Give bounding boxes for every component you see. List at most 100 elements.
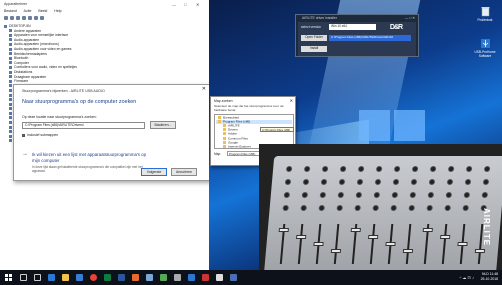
tree-item-label: Computer: [14, 60, 29, 65]
folder-label: Map:: [214, 152, 222, 156]
close-icon[interactable]: ✕: [290, 98, 293, 103]
device-category-icon: [9, 84, 12, 88]
excel-icon[interactable]: [104, 274, 111, 281]
app-icon[interactable]: [216, 274, 223, 281]
mixer-knob: [374, 179, 382, 185]
driver-path-input[interactable]: C:\Program Files (x86)\AIRLITE\Drivers\: [22, 122, 145, 129]
app-icon[interactable]: [146, 274, 153, 281]
screen: Apparatbeheer — □ ✕ Bestand Actie Beeld …: [0, 0, 502, 285]
browse-folder-title: Map zoeken: [214, 99, 233, 103]
app-icon[interactable]: [132, 274, 139, 281]
window-controls[interactable]: — □ ✕: [405, 16, 415, 21]
device-manager-window: Apparatbeheer — □ ✕ Bestand Actie Beeld …: [0, 0, 210, 270]
dialog-title: Stuurprogramma's bijwerken - AIRLITE USB…: [22, 89, 105, 93]
forward-icon[interactable]: [10, 16, 14, 20]
menu-item-action[interactable]: Actie: [24, 9, 32, 13]
app-icon[interactable]: [160, 274, 167, 281]
mixer-knob: [444, 205, 451, 211]
mixer-knob: [372, 205, 379, 211]
pick-from-list-description: In deze lijst staan geïnstalleerde stuur…: [32, 165, 143, 173]
properties-icon[interactable]: [16, 16, 20, 20]
checkbox-icon[interactable]: [22, 133, 25, 137]
device-category-icon: [9, 93, 12, 97]
language-indicator[interactable]: NLD: [482, 272, 489, 276]
mixer-knob: [337, 192, 345, 198]
next-button[interactable]: Volgende: [141, 168, 167, 176]
search-location-label: Op deze locatie naar stuurprogramma's zo…: [22, 115, 97, 119]
system-tray-clock[interactable]: NLD 11:48 25-10-2018: [481, 272, 498, 281]
driver-folder-path[interactable]: C:\Program Files (x86)\AIRLITE\Drivers\W…: [329, 35, 411, 41]
fader-cap: [385, 242, 396, 246]
scan-icon[interactable]: [28, 16, 32, 20]
chrome-icon[interactable]: [90, 274, 97, 281]
mixer-knob: [354, 205, 361, 211]
pick-from-list-title[interactable]: Ik wil kiezen uit een lijst met apparaat…: [32, 152, 152, 163]
desktop-icon-label: USB-ProHome Software: [474, 50, 496, 58]
mixer-knob: [426, 205, 433, 211]
desktop-icon-usb-software[interactable]: USB-ProHome Software: [473, 38, 497, 59]
word-icon[interactable]: [118, 274, 125, 281]
desktop-icon-recycle-bin[interactable]: Prullenbak: [473, 6, 497, 23]
help-icon[interactable]: [22, 16, 26, 20]
mixer-knob: [357, 166, 365, 172]
task-view-icon[interactable]: [34, 274, 41, 281]
menu-item-file[interactable]: Bestand: [4, 9, 17, 13]
device-category-icon: [9, 107, 12, 111]
brand-logo: D&R: [389, 24, 403, 31]
open-folder-button[interactable]: Open Folder: [301, 35, 327, 41]
device-category-icon: [9, 139, 12, 143]
close-icon[interactable]: ✕: [202, 86, 206, 92]
include-subfolders-checkbox[interactable]: Inclusief submappen: [22, 133, 58, 137]
search-icon[interactable]: [20, 274, 27, 281]
maximize-icon[interactable]: □: [184, 2, 186, 7]
menu-bar: Bestand Actie Beeld Help: [4, 9, 68, 14]
mixer-knob: [318, 205, 325, 211]
tray-icons[interactable]: ^ ☁ ⊡ ♪: [459, 275, 474, 280]
menu-item-view[interactable]: Beeld: [38, 9, 47, 13]
menu-item-help[interactable]: Help: [54, 9, 61, 13]
mixer-knob: [409, 192, 417, 198]
mixer-knob: [284, 179, 292, 185]
fader-cap: [278, 228, 289, 232]
edge-icon[interactable]: [48, 274, 55, 281]
fader-cap: [474, 249, 486, 253]
device-category-icon: [9, 121, 12, 125]
file-explorer-icon[interactable]: [62, 274, 69, 281]
device-category-icon: [9, 61, 12, 65]
update-driver-icon[interactable]: [34, 16, 38, 20]
mixer-knob: [301, 192, 309, 198]
device-category-icon: [9, 75, 12, 79]
folder-tree-label: AIRLITE: [228, 124, 240, 128]
browse-folder-description: Selecteer de map die het stuurprogramma …: [214, 104, 284, 112]
browse-button[interactable]: Bladeren...: [150, 121, 176, 129]
device-manager-taskbar-icon[interactable]: [188, 274, 195, 281]
cancel-button[interactable]: Annuleren: [171, 168, 197, 176]
driver-tool-taskbar-icon[interactable]: [230, 274, 237, 281]
path-tooltip: C:\Program Files (x86): [260, 127, 294, 132]
minimize-icon[interactable]: —: [172, 2, 176, 7]
mixer-knob: [302, 179, 310, 185]
app-icon[interactable]: [202, 274, 209, 281]
folder-icon: [223, 136, 226, 140]
folder-tree-label: Google: [228, 140, 238, 144]
version-select[interactable]: Win 10 x64: [329, 24, 376, 30]
mixer-knob: [303, 166, 311, 172]
mixer-knob: [391, 192, 399, 198]
uninstall-icon[interactable]: [40, 16, 44, 20]
folder-tree-label: Bureaublad: [223, 116, 239, 120]
app-icon[interactable]: [174, 274, 181, 281]
fader-cap: [457, 242, 468, 246]
mixer-knob: [481, 192, 489, 198]
store-icon[interactable]: [76, 274, 83, 281]
back-icon[interactable]: [4, 16, 8, 20]
mixer-knob: [283, 192, 291, 198]
fader-slot: [369, 224, 376, 264]
install-button[interactable]: Install: [301, 46, 327, 52]
desktop-icon-label: Prullenbak: [477, 18, 493, 22]
dialog-heading: Naar stuurprogramma's op de computer zoe…: [22, 99, 137, 105]
windows-start-icon[interactable]: [5, 274, 12, 281]
device-category-icon: [9, 70, 12, 74]
mixer-knob: [410, 179, 418, 185]
mixer-knob: [411, 166, 419, 172]
close-icon[interactable]: ✕: [196, 2, 199, 7]
